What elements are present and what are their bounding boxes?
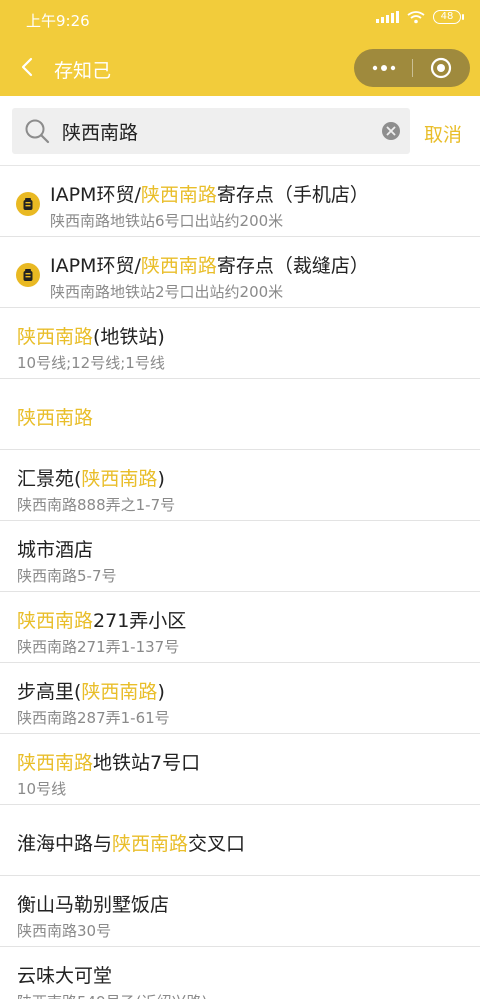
- result-item[interactable]: 城市酒店陕西南路5-7号: [0, 521, 480, 592]
- result-title-text: 寄存点（裁缝店）: [216, 255, 369, 277]
- result-title-text: 地铁站7号口: [93, 752, 201, 774]
- result-title-text: 云味大可堂: [17, 965, 113, 987]
- result-title-text: ): [157, 468, 165, 490]
- result-title-highlight: 陕西南路: [81, 681, 158, 703]
- result-title: 陕西南路: [17, 403, 93, 430]
- search-input[interactable]: [62, 108, 372, 154]
- result-title: 陕西南路(地铁站): [17, 322, 165, 349]
- result-item[interactable]: 步高里(陕西南路) 陕西南路287弄1-61号: [0, 663, 480, 734]
- result-address: 10号线: [17, 780, 67, 798]
- luggage-icon: [16, 192, 40, 216]
- result-item[interactable]: 淮海中路与陕西南路交叉口: [0, 805, 480, 876]
- result-title-highlight: 陕西南路: [17, 326, 94, 348]
- clear-icon[interactable]: [382, 122, 400, 140]
- result-title-text: 城市酒店: [17, 539, 94, 561]
- result-title-text: (地铁站): [93, 326, 165, 348]
- result-title-text: IAPM环贸/: [50, 255, 141, 277]
- result-address: 陕西南路888弄之1-7号: [17, 496, 176, 514]
- result-item[interactable]: 汇景苑(陕西南路) 陕西南路888弄之1-7号: [0, 450, 480, 521]
- result-title-highlight: 陕西南路: [112, 833, 189, 855]
- search-icon: [25, 119, 50, 144]
- cancel-button[interactable]: 取消: [424, 120, 462, 147]
- result-item[interactable]: 衡山马勒别墅饭店陕西南路30号: [0, 876, 480, 947]
- signal-icon: [376, 11, 399, 23]
- result-title-text: IAPM环贸/: [50, 184, 141, 206]
- result-title: 步高里(陕西南路): [17, 677, 165, 704]
- result-title: 衡山马勒别墅饭店: [17, 890, 169, 917]
- more-dots-icon[interactable]: [370, 60, 398, 76]
- battery-level: 48: [433, 10, 461, 24]
- wifi-icon: [407, 11, 425, 24]
- header: 上午9:26 48 存知己: [0, 0, 480, 96]
- result-title-highlight: 陕西南路: [17, 610, 94, 632]
- result-title: 汇景苑(陕西南路): [17, 464, 165, 491]
- result-title: 云味大可堂: [17, 961, 112, 988]
- result-item[interactable]: 云味大可堂陕西南路549号乙(近绍兴路): [0, 947, 480, 999]
- nav-bar: 存知己: [0, 38, 480, 96]
- result-title-text: 步高里(: [17, 681, 82, 703]
- capsule-divider: [412, 59, 413, 77]
- mini-program-capsule: [354, 49, 470, 87]
- result-address: 陕西南路地铁站6号口出站约200米: [50, 212, 284, 230]
- result-address: 10号线;12号线;1号线: [17, 354, 165, 372]
- result-title: 淮海中路与陕西南路交叉口: [17, 829, 245, 856]
- result-title: IAPM环贸/陕西南路寄存点（手机店）: [50, 180, 369, 207]
- search-box[interactable]: [12, 108, 410, 154]
- result-title: 城市酒店: [17, 535, 93, 562]
- result-item[interactable]: 陕西南路: [0, 379, 480, 450]
- battery-icon: 48: [433, 10, 464, 24]
- result-title-highlight: 陕西南路: [17, 752, 94, 774]
- result-item[interactable]: IAPM环贸/陕西南路寄存点（裁缝店） 陕西南路地铁站2号口出站约200米: [0, 237, 480, 308]
- result-title: 陕西南路地铁站7号口: [17, 748, 200, 775]
- result-title-text: 交叉口: [188, 833, 246, 855]
- result-address: 陕西南路287弄1-61号: [17, 709, 170, 727]
- result-title-text: 寄存点（手机店）: [216, 184, 369, 206]
- status-time: 上午9:26: [26, 12, 90, 30]
- page-title: 存知己: [54, 60, 112, 82]
- result-title: IAPM环贸/陕西南路寄存点（裁缝店）: [50, 251, 369, 278]
- result-title-text: ): [157, 681, 165, 703]
- status-icons: 48: [376, 10, 464, 24]
- luggage-icon: [16, 263, 40, 287]
- result-title-highlight: 陕西南路: [140, 255, 217, 277]
- target-close-icon[interactable]: [430, 57, 452, 79]
- result-title-highlight: 陕西南路: [140, 184, 217, 206]
- result-title-highlight: 陕西南路: [81, 468, 158, 490]
- back-chevron-icon[interactable]: [18, 57, 38, 77]
- result-address: 陕西南路271弄1-137号: [17, 638, 180, 656]
- result-title-text: 衡山马勒别墅饭店: [17, 894, 170, 916]
- result-item[interactable]: 陕西南路(地铁站) 10号线;12号线;1号线: [0, 308, 480, 379]
- result-address: 陕西南路30号: [17, 922, 112, 940]
- result-item[interactable]: 陕西南路地铁站7号口 10号线: [0, 734, 480, 805]
- search-row: 取消: [0, 96, 480, 166]
- results-list: IAPM环贸/陕西南路寄存点（手机店） 陕西南路地铁站6号口出站约200米 IAPM…: [0, 166, 480, 999]
- result-item[interactable]: 陕西南路271弄小区陕西南路271弄1-137号: [0, 592, 480, 663]
- result-title-text: 淮海中路与: [17, 833, 113, 855]
- result-address: 陕西南路地铁站2号口出站约200米: [50, 283, 284, 301]
- result-title-highlight: 陕西南路: [17, 407, 94, 429]
- result-title-text: 汇景苑(: [17, 468, 82, 490]
- result-title-text: 271弄小区: [93, 610, 187, 632]
- status-bar: 上午9:26 48: [0, 0, 480, 38]
- result-title: 陕西南路271弄小区: [17, 606, 186, 633]
- result-address: 陕西南路5-7号: [17, 567, 117, 585]
- result-address: 陕西南路549号乙(近绍兴路): [17, 991, 207, 999]
- result-item[interactable]: IAPM环贸/陕西南路寄存点（手机店） 陕西南路地铁站6号口出站约200米: [0, 166, 480, 237]
